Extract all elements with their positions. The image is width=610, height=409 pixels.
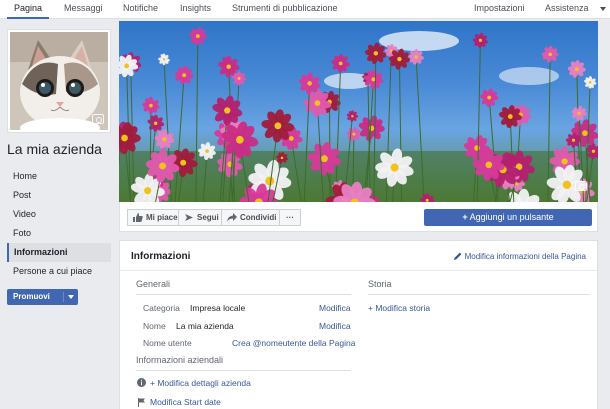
sidebar-item-video[interactable]: Video	[7, 205, 111, 224]
category-value: Impresa locale	[190, 303, 246, 313]
tab-messaggi[interactable]: Messaggi	[64, 3, 103, 13]
page-action-bar: Mi piace Segui Condividi ··· + Aggiungi …	[119, 202, 598, 232]
add-button-cta[interactable]: + Aggiungi un pulsante	[424, 209, 592, 226]
camera-icon[interactable]	[575, 181, 587, 191]
sidebar-item-foto[interactable]: Foto	[7, 224, 111, 243]
edit-category-link[interactable]: Modifica	[319, 303, 351, 313]
follow-label: Segui	[197, 213, 219, 222]
flag-icon	[138, 398, 145, 407]
share-icon	[227, 213, 237, 222]
sidebar-item-post[interactable]: Post	[7, 186, 111, 205]
sidebar-item-persone[interactable]: Persone a cui piace	[7, 262, 111, 281]
page-name: La mia azienda	[7, 141, 102, 157]
chevron-down-icon[interactable]	[68, 295, 74, 299]
like-button[interactable]: Mi piace	[127, 209, 185, 226]
share-label: Condividi	[240, 213, 277, 222]
cover-photo[interactable]	[119, 21, 598, 202]
page-top-nav: Pagina Messaggi Notifiche Insights Strum…	[0, 0, 610, 19]
edit-page-info-label: Modifica informazioni della Pagina	[464, 252, 586, 261]
add-button-label: Aggiungi un pulsante	[469, 212, 554, 222]
profile-picture[interactable]	[7, 29, 111, 133]
tab-insights[interactable]: Insights	[180, 3, 211, 13]
story-section-title: Storia	[368, 279, 392, 289]
chevron-down-icon[interactable]	[600, 7, 606, 11]
edit-business-details-link[interactable]: + Modifica dettagli azienda	[150, 378, 251, 388]
username-label: Nome utente	[143, 338, 192, 348]
pencil-icon	[454, 252, 462, 260]
tab-assistenza[interactable]: Assistenza	[545, 3, 589, 13]
share-button[interactable]: Condividi	[221, 209, 284, 226]
tab-impostazioni[interactable]: Impostazioni	[474, 3, 525, 13]
edit-page-info-link[interactable]: Modifica informazioni della Pagina	[454, 252, 586, 261]
tab-pagina[interactable]: Pagina	[14, 3, 42, 13]
info-title: Informazioni	[131, 251, 191, 262]
story-divider	[368, 294, 590, 295]
plus-icon: +	[462, 212, 468, 222]
active-tab-indicator	[7, 17, 49, 19]
edit-name-link[interactable]: Modifica	[319, 321, 351, 331]
general-section-title: Generali	[136, 279, 171, 289]
name-value: La mia azienda	[176, 321, 234, 331]
like-label: Mi piace	[146, 213, 178, 222]
category-label: Categoria	[143, 303, 180, 313]
sidebar-item-home[interactable]: Home	[7, 167, 111, 186]
like-icon	[133, 213, 143, 222]
promote-divider	[63, 292, 64, 302]
more-button[interactable]: ···	[279, 209, 301, 226]
tab-strumenti-pubblicazione[interactable]: Strumenti di pubblicazione	[232, 3, 338, 13]
promote-label: Promuovi	[13, 292, 50, 301]
sidebar-item-informazioni[interactable]: Informazioni	[7, 243, 111, 262]
edit-story-link[interactable]: + Modifica storia	[368, 303, 430, 313]
business-section-title: Informazioni aziendali	[136, 355, 224, 365]
info-divider	[120, 270, 597, 271]
info-icon	[137, 378, 146, 387]
promote-button[interactable]: Promuovi	[7, 289, 78, 305]
follow-icon	[185, 214, 193, 221]
business-divider	[136, 370, 351, 371]
cover-photo-image	[119, 27, 598, 202]
camera-icon[interactable]	[92, 114, 104, 124]
info-panel: Informazioni Modifica informazioni della…	[119, 240, 598, 409]
more-label: ···	[286, 213, 294, 222]
follow-button[interactable]: Segui	[178, 209, 226, 226]
tab-notifiche[interactable]: Notifiche	[123, 3, 158, 13]
edit-start-date-link[interactable]: Modifica Start date	[150, 397, 221, 407]
create-username-link[interactable]: Crea @nomeutente della Pagina	[232, 338, 355, 348]
name-label: Nome	[143, 321, 166, 331]
general-divider	[136, 294, 351, 295]
profile-photo-image	[10, 32, 108, 130]
